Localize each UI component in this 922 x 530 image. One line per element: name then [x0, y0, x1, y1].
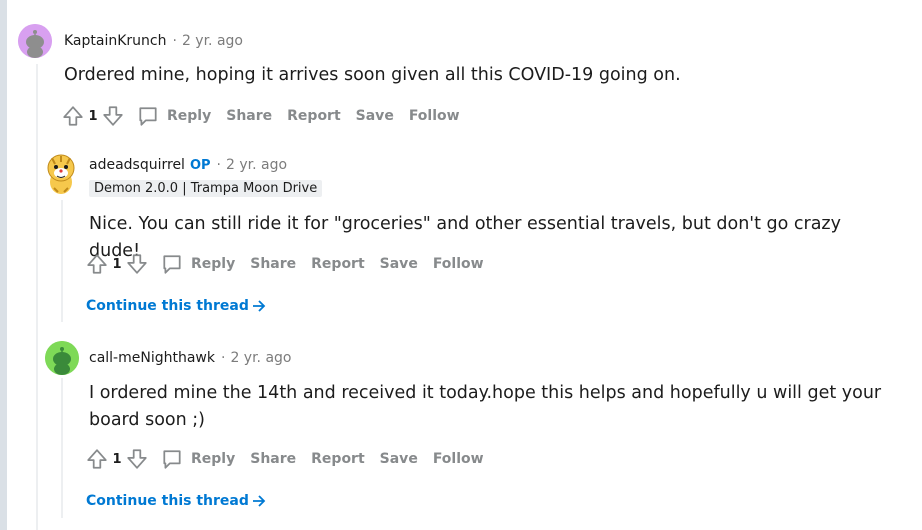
reply-button[interactable]: Reply [161, 253, 235, 275]
op-badge: OP [189, 157, 211, 173]
page-left-gutter [0, 0, 7, 530]
continue-thread-link[interactable]: Continue this thread [86, 493, 266, 509]
report-button[interactable]: Report [287, 108, 341, 124]
share-button[interactable]: Share [250, 256, 296, 272]
reply-button[interactable]: Reply [161, 448, 235, 470]
thread-line[interactable] [61, 378, 63, 518]
comment-body: Ordered mine, hoping it arrives soon giv… [64, 65, 681, 85]
upvote-icon[interactable] [61, 104, 85, 128]
separator-dot: · [172, 33, 177, 49]
user-avatar[interactable] [44, 152, 78, 196]
arrow-right-icon [252, 300, 266, 312]
comment-actions: 1 Reply Share Report Save Follow [61, 102, 460, 130]
author-name[interactable]: adeadsquirrel [89, 157, 185, 173]
share-button[interactable]: Share [250, 451, 296, 467]
comment-bubble-icon [139, 107, 157, 126]
reply-label: Reply [191, 256, 236, 272]
save-button[interactable]: Save [356, 108, 394, 124]
comment-age[interactable]: 2 yr. ago [230, 350, 291, 366]
comment-age[interactable]: 2 yr. ago [226, 157, 287, 173]
continue-thread-link[interactable]: Continue this thread [86, 298, 266, 314]
follow-button[interactable]: Follow [433, 451, 484, 467]
vote-score: 1 [112, 256, 122, 272]
comment-actions: 1 Reply Share Report Save Follow [85, 445, 484, 473]
vote-score: 1 [112, 451, 122, 467]
thread-line[interactable] [36, 64, 38, 530]
comment-body: I ordered mine the 14th and received it … [89, 383, 882, 430]
separator-dot: · [216, 157, 221, 173]
reply-button[interactable]: Reply [137, 105, 211, 127]
report-button[interactable]: Report [311, 451, 365, 467]
comment-meta: KaptainKrunch · 2 yr. ago [64, 33, 243, 49]
upvote-icon[interactable] [85, 447, 109, 471]
comment-bubble-icon [163, 450, 181, 469]
downvote-icon[interactable] [125, 447, 149, 471]
snoo-icon [45, 341, 79, 375]
user-avatar[interactable] [18, 24, 52, 58]
continue-thread-label: Continue this thread [86, 493, 249, 509]
follow-button[interactable]: Follow [433, 256, 484, 272]
follow-button[interactable]: Follow [409, 108, 460, 124]
user-flair: Demon 2.0.0 | Trampa Moon Drive [89, 180, 323, 197]
author-name[interactable]: KaptainKrunch [64, 33, 166, 49]
continue-thread-label: Continue this thread [86, 298, 249, 314]
downvote-icon[interactable] [101, 104, 125, 128]
tiger-icon [47, 154, 75, 194]
snoo-icon [18, 24, 52, 58]
reply-label: Reply [167, 108, 212, 124]
report-button[interactable]: Report [311, 256, 365, 272]
comment-bubble-icon [163, 255, 181, 274]
save-button[interactable]: Save [380, 256, 418, 272]
save-button[interactable]: Save [380, 451, 418, 467]
comment-age[interactable]: 2 yr. ago [182, 33, 243, 49]
separator-dot: · [220, 350, 226, 366]
downvote-icon[interactable] [125, 252, 149, 276]
user-avatar[interactable] [45, 341, 79, 375]
reply-label: Reply [191, 451, 236, 467]
comment-actions: 1 Reply Share Report Save Follow [85, 250, 484, 278]
author-name[interactable]: call-meNighthawk [89, 350, 215, 366]
vote-score: 1 [88, 108, 98, 124]
share-button[interactable]: Share [226, 108, 272, 124]
arrow-right-icon [252, 495, 266, 507]
comment-meta: adeadsquirrel OP · 2 yr. ago [89, 157, 287, 173]
comment-meta: call-meNighthawk · 2 yr. ago [89, 350, 291, 366]
thread-line[interactable] [61, 200, 63, 322]
upvote-icon[interactable] [85, 252, 109, 276]
